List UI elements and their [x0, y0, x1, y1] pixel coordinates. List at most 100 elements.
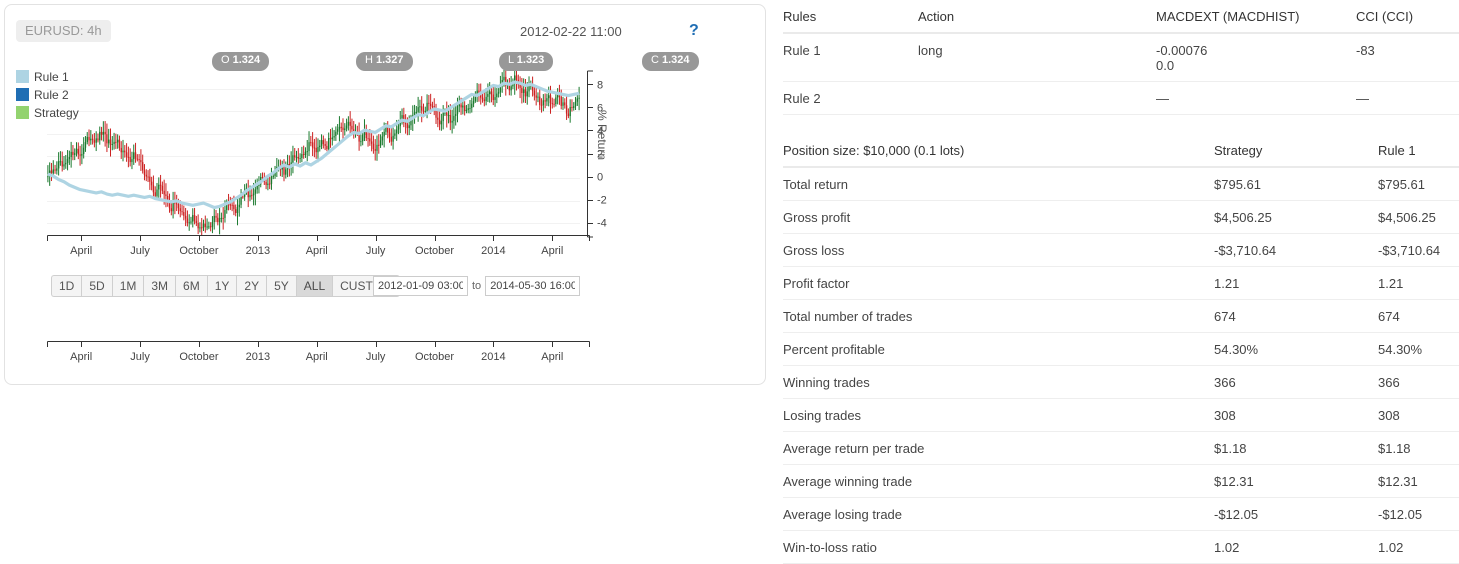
legend-color-swatch [16, 70, 29, 83]
rule-indicator1-cell: — [1156, 81, 1356, 115]
rules-col-header: Rules [783, 0, 918, 34]
stat-strategy-value-cell: $12.31 [1214, 464, 1378, 498]
range-button-1y[interactable]: 1Y [206, 275, 237, 297]
ohlc-key: L [508, 54, 517, 66]
rule-action-cell [918, 81, 1156, 115]
stat-strategy-value-cell: 54.30% [1214, 332, 1378, 366]
date-range-separator: to [472, 280, 482, 292]
navigator-axis-tick-label: October [414, 351, 455, 363]
chart-legend: Rule 1 Rule 2 Strategy [16, 68, 79, 122]
stat-strategy-value-cell: 366 [1214, 365, 1378, 399]
symbol-timeframe-badge[interactable]: EURUSD: 4h [16, 20, 111, 42]
range-button-1d[interactable]: 1D [51, 275, 82, 297]
navigator-axis-line [47, 341, 590, 347]
stat-rule1-value-cell: 308 [1378, 398, 1459, 432]
legend-label: Strategy [34, 105, 79, 120]
stat-rule1-value-cell: 366 [1378, 365, 1459, 399]
x-axis-tick-label: April [70, 245, 93, 257]
help-icon[interactable]: ? [689, 22, 699, 40]
stat-label-cell: Average return per trade [783, 431, 1214, 465]
ohlc-badge-o: O 1.324 [212, 52, 270, 71]
stat-strategy-value-cell: -$3,710.64 [1214, 233, 1378, 267]
rule-indicator2-cell: -83 [1356, 33, 1459, 82]
indicator1-value-primary: — [1156, 91, 1169, 106]
range-button-all[interactable]: ALL [295, 275, 333, 297]
table-row: Total number of trades 674 674 [783, 299, 1459, 333]
stat-label-cell: Percent profitable [783, 332, 1214, 366]
table-row: Average return per trade $1.18 $1.18 [783, 431, 1459, 465]
range-button-3m[interactable]: 3M [143, 275, 176, 297]
table-row: Rule 2 — — [783, 81, 1459, 115]
stat-strategy-value-cell: 308 [1214, 398, 1378, 432]
table-row: Total return $795.61 $795.61 [783, 167, 1459, 201]
legend-item-strategy[interactable]: Strategy [16, 104, 79, 121]
x-axis-tick-label: 2014 [481, 245, 506, 257]
navigator-axis-tick-label: July [130, 351, 150, 363]
rule1-equity-line [47, 80, 580, 210]
date-to-input[interactable] [485, 276, 581, 296]
range-selector[interactable]: 1D 5D 1M 3M 6M 1Y 2Y 5Y ALL CUSTOM [51, 275, 400, 297]
range-button-5y[interactable]: 5Y [266, 275, 296, 297]
legend-color-swatch [16, 106, 29, 119]
stat-label-cell: Average losing trade [783, 497, 1214, 531]
rule-name-cell: Rule 1 [783, 33, 918, 82]
ohlc-value: 1.327 [376, 54, 404, 66]
indicator1-col-header: MACDEXT (MACDHIST) [1156, 0, 1356, 34]
position-size-header: Position size: $10,000 (0.1 lots) [783, 134, 1214, 168]
range-button-6m[interactable]: 6M [175, 275, 207, 297]
stat-rule1-value-cell: $1.18 [1378, 431, 1459, 465]
table-row: Losing trades 308 308 [783, 398, 1459, 432]
ohlc-badge-h: H 1.327 [356, 52, 413, 71]
stat-strategy-value-cell: -$12.05 [1214, 497, 1378, 531]
table-row: Average winning trade $12.31 $12.31 [783, 464, 1459, 498]
y-axis-tick-label: 8 [597, 79, 603, 91]
results-pane: Rules Action MACDEXT (MACDHIST) CCI (CCI… [783, 0, 1459, 564]
table-row: Gross loss -$3,710.64 -$3,710.64 [783, 233, 1459, 267]
rule-indicator2-cell: — [1356, 81, 1459, 115]
stats-table-body: Total return $795.61 $795.61 Gross profit $4… [783, 167, 1459, 564]
indicator1-value-secondary: 0.0 [1156, 58, 1175, 73]
range-button-2y[interactable]: 2Y [236, 275, 267, 297]
stat-label-cell: Losing trades [783, 398, 1214, 432]
legend-color-swatch [16, 88, 29, 101]
legend-label: Rule 2 [34, 87, 69, 102]
stat-label-cell: Winning trades [783, 365, 1214, 399]
x-axis-tick-label: April [305, 245, 328, 257]
stat-rule1-value-cell: -$12.05 [1378, 497, 1459, 531]
chart-plot-area[interactable] [47, 67, 580, 235]
ohlc-value: 1.323 [516, 54, 545, 66]
navigator-x-axis[interactable]: April July October 2013 April July October 2014… [47, 341, 590, 367]
rules-table: Rules Action MACDEXT (MACDHIST) CCI (CCI… [783, 0, 1459, 115]
x-axis-tick-label: April [541, 245, 564, 257]
rule-indicator1-cell: -0.00076 0.0 [1156, 33, 1356, 82]
x-axis-tick-label: July [365, 245, 386, 257]
navigator-axis-tick-label: April [541, 351, 564, 363]
y-axis-tick-label: -2 [597, 195, 607, 207]
navigator-axis-tick-label: April [70, 351, 93, 363]
x-axis-tick-label: July [130, 245, 150, 257]
date-range-inputs[interactable]: to [373, 275, 581, 297]
candlestick-series [47, 67, 580, 235]
stat-rule1-value-cell: $4,506.25 [1378, 200, 1459, 234]
ohlc-key: O [221, 54, 233, 66]
date-from-input[interactable] [373, 276, 468, 296]
action-col-header: Action [918, 0, 1156, 34]
ohlc-badge-c: C 1.324 [642, 52, 699, 71]
legend-item-rule-2[interactable]: Rule 2 [16, 86, 79, 103]
table-spacer [783, 115, 1459, 134]
chart-panel: EURUSD: 4h 2012-02-22 11:00 ? Rule 1 Rule… [4, 4, 766, 385]
rule-name-cell: Rule 2 [783, 81, 918, 115]
range-button-5d[interactable]: 5D [81, 275, 112, 297]
strategy-col-header: Strategy [1214, 134, 1378, 168]
stat-strategy-value-cell: 674 [1214, 299, 1378, 333]
stat-rule1-value-cell: $795.61 [1378, 167, 1459, 201]
stats-header-row: Position size: $10,000 (0.1 lots) Strate… [783, 134, 1459, 168]
ohlc-badge-l: L 1.323 [499, 52, 554, 71]
table-row: Winning trades 366 366 [783, 365, 1459, 399]
stat-strategy-value-cell: $1.18 [1214, 431, 1378, 465]
table-row: Win-to-loss ratio 1.02 1.02 [783, 530, 1459, 564]
range-button-1m[interactable]: 1M [111, 275, 144, 297]
x-axis-tick-label: October [179, 245, 219, 257]
legend-item-rule-1[interactable]: Rule 1 [16, 68, 79, 85]
rule1-col-header: Rule 1 [1378, 134, 1459, 168]
